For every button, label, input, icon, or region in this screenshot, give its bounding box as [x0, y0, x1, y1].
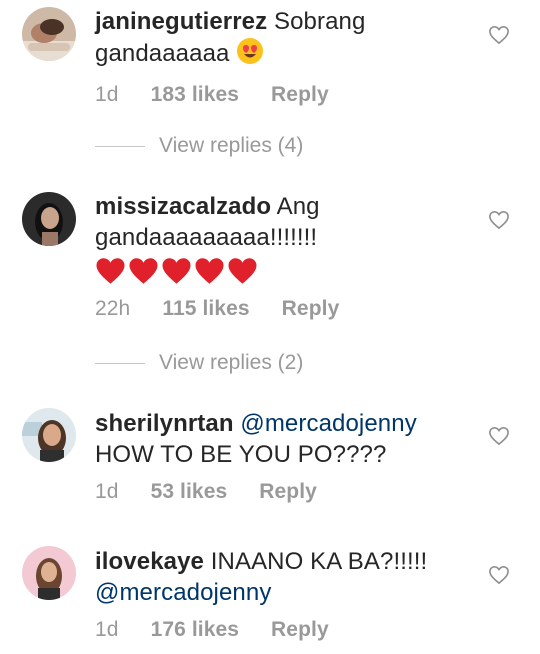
- heart-outline-icon[interactable]: [488, 565, 510, 585]
- avatar[interactable]: [22, 546, 76, 600]
- divider: [95, 362, 145, 364]
- avatar[interactable]: [22, 408, 76, 462]
- avatar[interactable]: [22, 192, 76, 246]
- mention-link[interactable]: @mercadojenny: [240, 410, 416, 437]
- red-heart-emoji-icon: [96, 258, 125, 284]
- comment-likes[interactable]: 183 likes: [151, 79, 239, 110]
- red-hearts-emoji-row: [95, 255, 485, 287]
- view-replies-button[interactable]: View replies (2): [95, 351, 303, 375]
- reply-button[interactable]: Reply: [259, 476, 317, 507]
- reply-button[interactable]: Reply: [271, 79, 329, 110]
- comment-time: 1d: [95, 480, 119, 503]
- comment-text: Ang: [276, 193, 320, 220]
- comment-text: INAANO KA BA?!!!!!: [210, 548, 428, 575]
- comment-time: 1d: [95, 618, 119, 641]
- comment-text: Sobrang: [274, 8, 366, 35]
- reply-button[interactable]: Reply: [282, 293, 340, 324]
- comment-username[interactable]: sherilynrtan: [95, 410, 234, 437]
- red-heart-emoji-icon: [228, 258, 257, 284]
- red-heart-emoji-icon: [129, 258, 158, 284]
- comment-likes[interactable]: 115 likes: [162, 293, 249, 324]
- view-replies-label: View replies (2): [159, 351, 304, 374]
- comment-username[interactable]: janinegutierrez: [95, 8, 267, 35]
- red-heart-emoji-icon: [162, 258, 191, 284]
- comment-likes[interactable]: 53 likes: [151, 476, 228, 507]
- comment-likes[interactable]: 176 likes: [151, 614, 239, 645]
- view-replies-label: View replies (4): [159, 134, 304, 157]
- comment-time: 22h: [95, 297, 131, 320]
- mention-link[interactable]: @mercadojenny: [95, 579, 271, 606]
- heart-outline-icon[interactable]: [488, 210, 510, 230]
- heart-eyes-emoji-icon: [236, 37, 264, 73]
- heart-outline-icon[interactable]: [488, 426, 510, 446]
- avatar[interactable]: [22, 7, 76, 61]
- view-replies-button[interactable]: View replies (4): [95, 134, 303, 158]
- comment-username[interactable]: ilovekaye: [95, 548, 204, 575]
- comment-username[interactable]: missizacalzado: [95, 193, 271, 220]
- red-heart-emoji-icon: [195, 258, 224, 284]
- divider: [95, 145, 145, 147]
- comment-text: HOW TO BE YOU PO????: [95, 441, 387, 468]
- comment-time: 1d: [95, 83, 119, 106]
- reply-button[interactable]: Reply: [271, 614, 329, 645]
- comment-text: gandaaaaaaaaa!!!!!!!: [95, 224, 318, 251]
- comment-text: gandaaaaaa: [95, 40, 230, 67]
- heart-outline-icon[interactable]: [488, 25, 510, 45]
